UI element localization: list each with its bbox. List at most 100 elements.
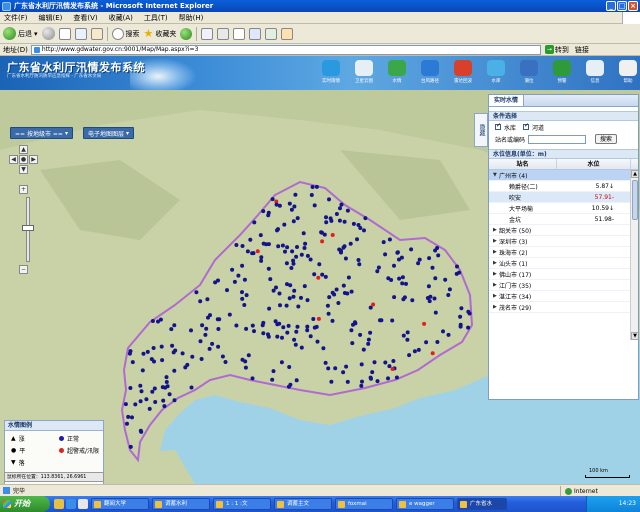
station-marker[interactable]: [287, 201, 292, 206]
nav-item-1[interactable]: 卫星云图: [349, 58, 379, 88]
station-marker[interactable]: [240, 244, 245, 248]
station-marker[interactable]: [151, 346, 156, 350]
menu-tools[interactable]: 工具(T): [144, 13, 168, 23]
station-marker[interactable]: [417, 257, 422, 262]
station-marker[interactable]: [459, 306, 464, 311]
station-marker[interactable]: [391, 359, 396, 363]
station-marker[interactable]: [127, 351, 132, 356]
station-marker[interactable]: [436, 253, 441, 258]
station-marker-alert[interactable]: [316, 316, 321, 321]
station-marker[interactable]: [338, 206, 342, 211]
station-marker[interactable]: [404, 281, 408, 286]
station-marker[interactable]: [299, 345, 304, 350]
station-marker[interactable]: [446, 332, 451, 337]
station-marker[interactable]: [275, 228, 279, 233]
station-marker[interactable]: [280, 243, 285, 248]
station-marker[interactable]: [344, 364, 349, 369]
station-marker[interactable]: [336, 301, 341, 305]
station-marker[interactable]: [160, 385, 165, 390]
station-marker[interactable]: [310, 185, 315, 189]
zoom-in-button[interactable]: +: [19, 185, 28, 194]
station-marker[interactable]: [323, 360, 328, 365]
station-marker[interactable]: [158, 317, 163, 322]
tree-group[interactable]: ▶ 佛山市 (17): [489, 269, 638, 280]
station-marker[interactable]: [259, 258, 264, 263]
station-marker[interactable]: [172, 323, 177, 328]
station-marker[interactable]: [387, 364, 392, 369]
station-marker[interactable]: [292, 288, 297, 293]
messenger-icon[interactable]: [265, 27, 278, 40]
station-marker[interactable]: [341, 283, 346, 288]
station-marker[interactable]: [466, 325, 471, 330]
station-marker[interactable]: [458, 314, 463, 319]
station-marker[interactable]: [230, 267, 235, 272]
home-icon[interactable]: [90, 27, 103, 40]
station-marker[interactable]: [314, 184, 319, 189]
station-marker[interactable]: [289, 207, 294, 212]
station-marker[interactable]: [327, 197, 331, 202]
station-marker[interactable]: [185, 362, 190, 367]
station-marker[interactable]: [302, 284, 307, 289]
station-marker[interactable]: [330, 290, 335, 295]
station-marker[interactable]: [261, 320, 266, 325]
station-marker[interactable]: [376, 265, 381, 270]
station-marker[interactable]: [274, 202, 279, 207]
station-marker[interactable]: [285, 330, 290, 335]
close-button[interactable]: ×: [628, 1, 638, 11]
station-marker[interactable]: [276, 244, 281, 249]
station-marker[interactable]: [432, 296, 437, 301]
station-marker[interactable]: [246, 353, 251, 358]
station-marker[interactable]: [342, 244, 347, 249]
station-marker[interactable]: [295, 245, 299, 249]
links-label[interactable]: 链接: [575, 45, 589, 55]
pan-right-button[interactable]: ▶: [29, 155, 38, 164]
station-marker[interactable]: [250, 323, 255, 328]
station-marker[interactable]: [258, 233, 263, 238]
station-marker[interactable]: [240, 263, 245, 268]
nav-item-3[interactable]: 台风路径: [415, 58, 445, 88]
station-marker[interactable]: [240, 296, 245, 301]
station-marker[interactable]: [293, 192, 298, 197]
station-marker[interactable]: [309, 193, 314, 197]
station-marker[interactable]: [194, 290, 199, 295]
station-marker[interactable]: [284, 261, 289, 266]
station-marker[interactable]: [152, 386, 157, 391]
menu-file[interactable]: 文件(F): [4, 13, 28, 23]
station-marker[interactable]: [236, 273, 241, 278]
station-marker[interactable]: [198, 339, 203, 344]
nav-item-7[interactable]: 预警: [547, 58, 577, 88]
station-marker[interactable]: [167, 392, 172, 397]
station-marker[interactable]: [292, 204, 297, 209]
station-marker[interactable]: [362, 228, 366, 233]
station-marker[interactable]: [383, 360, 388, 365]
station-marker[interactable]: [366, 337, 371, 342]
nav-item-2[interactable]: 水情: [382, 58, 412, 88]
full-extent-button[interactable]: ●: [19, 155, 28, 164]
station-marker[interactable]: [190, 354, 195, 359]
station-marker[interactable]: [294, 254, 299, 259]
station-marker[interactable]: [271, 288, 276, 293]
station-marker[interactable]: [326, 311, 331, 316]
station-marker[interactable]: [165, 384, 170, 389]
station-marker[interactable]: [266, 266, 271, 271]
station-marker[interactable]: [337, 247, 342, 252]
station-marker[interactable]: [242, 277, 247, 282]
tree-group[interactable]: ▶ 深圳市 (3): [489, 236, 638, 247]
station-marker[interactable]: [232, 279, 237, 284]
station-marker[interactable]: [324, 215, 328, 220]
station-marker[interactable]: [428, 294, 433, 299]
desktop-icon[interactable]: [54, 499, 64, 509]
station-marker[interactable]: [223, 360, 228, 364]
station-marker[interactable]: [329, 379, 334, 384]
station-marker[interactable]: [128, 386, 133, 390]
station-row[interactable]: 赖爵径(二) 5.87↓: [489, 181, 638, 192]
station-marker[interactable]: [356, 258, 361, 262]
station-marker[interactable]: [164, 375, 169, 380]
station-marker[interactable]: [150, 389, 155, 394]
station-marker[interactable]: [395, 250, 400, 255]
station-marker[interactable]: [189, 385, 194, 390]
station-marker[interactable]: [130, 415, 134, 420]
station-marker[interactable]: [386, 276, 391, 281]
station-marker[interactable]: [412, 349, 417, 354]
station-marker[interactable]: [301, 231, 306, 236]
